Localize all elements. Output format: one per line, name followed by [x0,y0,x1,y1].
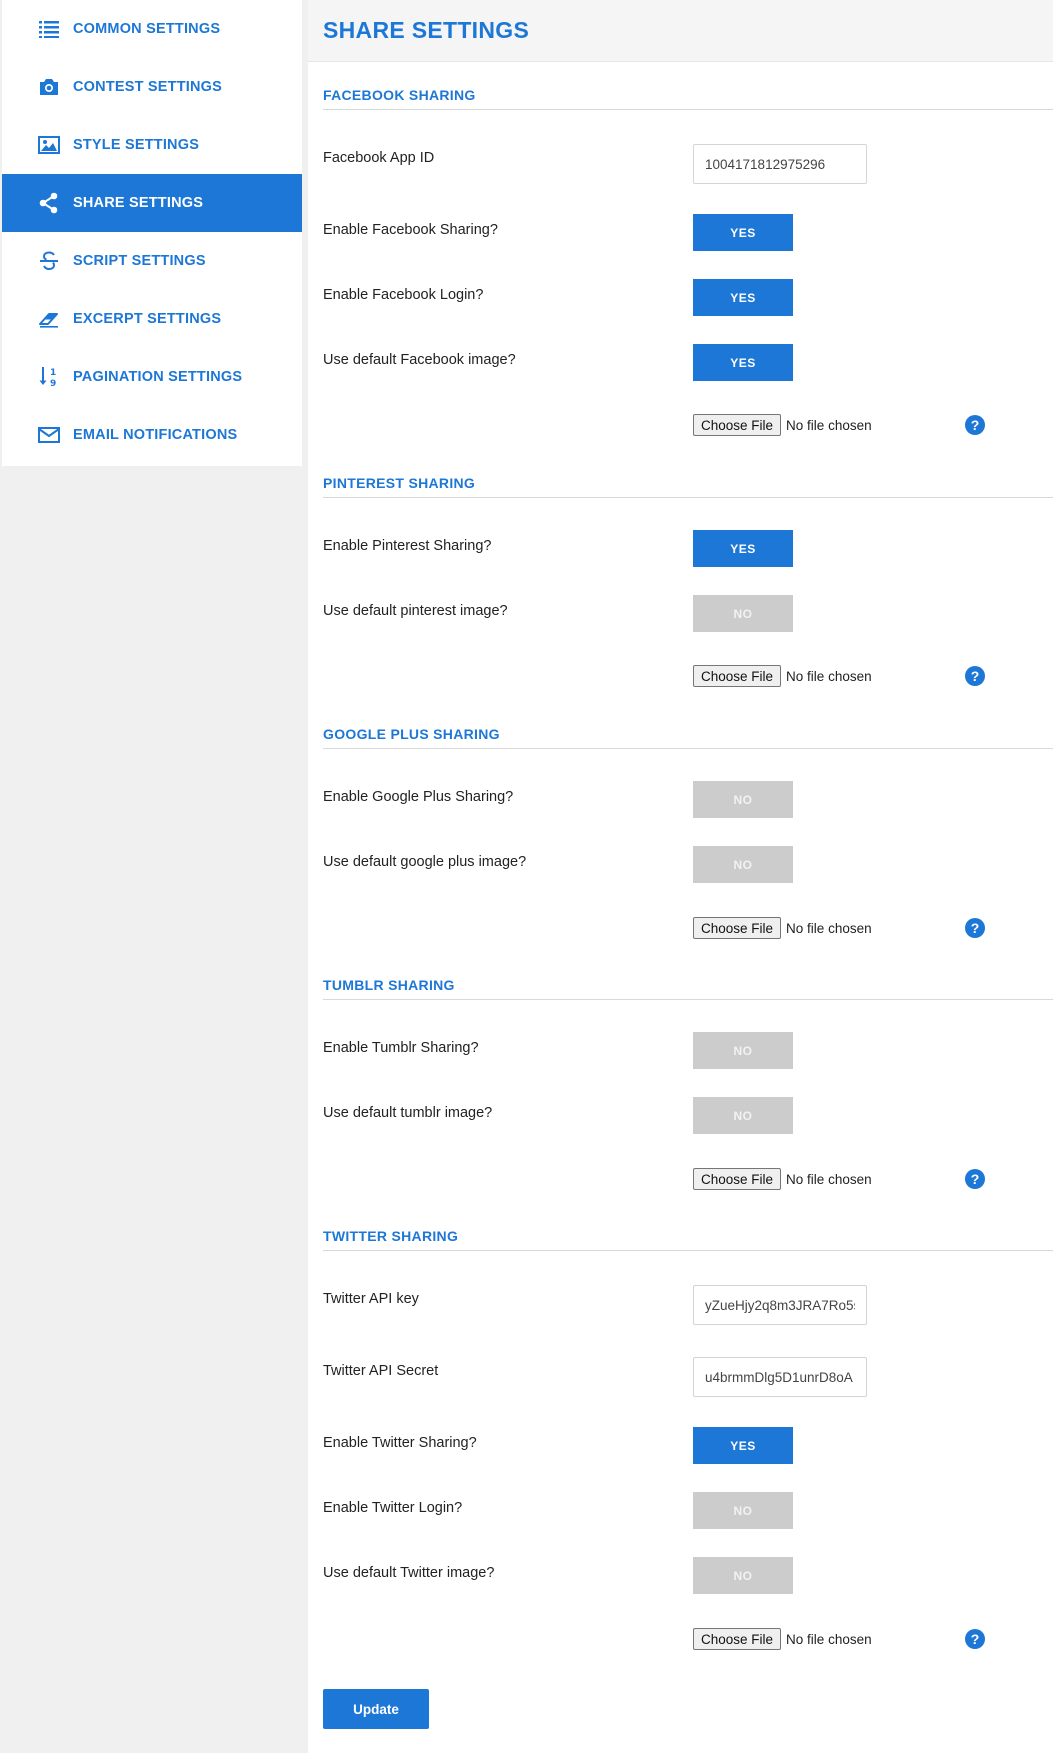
tumblr-default-image-toggle[interactable]: NO [693,1097,793,1134]
tumblr-image-file-input: Choose File No file chosen [693,1167,872,1191]
pinterest-image-file-input: Choose File No file chosen [693,664,872,688]
file-status-text: No file chosen [786,668,872,684]
facebook-enable-login-toggle[interactable]: YES [693,279,793,316]
list-icon [36,16,62,42]
choose-file-button[interactable]: Choose File [693,414,782,436]
sidebar-item-email-notifications[interactable]: EMAIL NOTIFICATIONS [2,406,302,464]
sidebar-item-label: EXCERPT SETTINGS [73,311,222,327]
help-icon[interactable]: ? [965,918,985,938]
sidebar-item-label: EMAIL NOTIFICATIONS [73,427,238,443]
section-divider [323,748,1053,749]
sidebar-item-pagination-settings[interactable]: 19 PAGINATION SETTINGS [2,348,302,406]
tumblr-section-title: TUMBLR SHARING [323,977,455,993]
share-icon [36,190,62,216]
sort-numeric-icon: 19 [36,364,62,390]
help-icon[interactable]: ? [965,1629,985,1649]
twitter-api-secret-label: Twitter API Secret [323,1363,439,1379]
pinterest-enable-sharing-toggle[interactable]: YES [693,530,793,567]
facebook-image-file-input: Choose File No file chosen [693,413,872,437]
choose-file-button[interactable]: Choose File [693,1168,782,1190]
choose-file-button[interactable]: Choose File [693,665,782,687]
facebook-section-title: FACEBOOK SHARING [323,87,476,103]
section-divider [323,999,1053,1000]
choose-file-button[interactable]: Choose File [693,917,782,939]
section-divider [323,497,1053,498]
twitter-api-key-label: Twitter API key [323,1291,419,1307]
svg-text:9: 9 [50,379,56,389]
twitter-enable-sharing-toggle[interactable]: YES [693,1427,793,1464]
facebook-app-id-label: Facebook App ID [323,150,435,166]
sidebar-item-label: STYLE SETTINGS [73,137,200,153]
twitter-api-secret-input[interactable] [693,1357,867,1397]
facebook-enable-login-label: Enable Facebook Login? [323,287,484,303]
sidebar-item-label: COMMON SETTINGS [73,21,221,37]
facebook-default-image-toggle[interactable]: YES [693,344,793,381]
google-plus-section-title: GOOGLE PLUS SHARING [323,726,500,742]
twitter-image-file-input: Choose File No file chosen [693,1627,872,1651]
twitter-section-title: TWITTER SHARING [323,1228,459,1244]
sidebar-item-common-settings[interactable]: COMMON SETTINGS [2,0,302,58]
share-settings-panel: SHARE SETTINGS FACEBOOK SHARING Facebook… [308,0,1053,1753]
sidebar-item-label: PAGINATION SETTINGS [73,369,243,385]
image-icon [36,132,62,158]
file-status-text: No file chosen [786,1631,872,1647]
file-status-text: No file chosen [786,920,872,936]
facebook-enable-sharing-label: Enable Facebook Sharing? [323,222,498,238]
twitter-default-image-toggle[interactable]: NO [693,1557,793,1594]
tumblr-default-image-label: Use default tumblr image? [323,1105,493,1121]
sidebar-item-share-settings[interactable]: SHARE SETTINGS [2,174,302,232]
pinterest-default-image-toggle[interactable]: NO [693,595,793,632]
section-divider [323,109,1053,110]
page-title: SHARE SETTINGS [323,17,530,43]
svg-text:1: 1 [50,368,56,378]
twitter-enable-login-toggle[interactable]: NO [693,1492,793,1529]
facebook-default-image-label: Use default Facebook image? [323,352,516,368]
google-plus-default-image-label: Use default google plus image? [323,854,527,870]
sidebar-item-label: SCRIPT SETTINGS [73,253,206,269]
settings-sidebar: COMMON SETTINGS CONTEST SETTINGS STYLE S… [2,0,302,466]
sidebar-item-contest-settings[interactable]: CONTEST SETTINGS [2,58,302,116]
sidebar-item-excerpt-settings[interactable]: EXCERPT SETTINGS [2,290,302,348]
file-status-text: No file chosen [786,417,872,433]
choose-file-button[interactable]: Choose File [693,1628,782,1650]
facebook-app-id-input[interactable] [693,144,867,184]
google-plus-enable-sharing-label: Enable Google Plus Sharing? [323,789,514,805]
google-plus-image-file-input: Choose File No file chosen [693,916,872,940]
section-divider [323,1250,1053,1251]
envelope-icon [36,422,62,448]
page-header: SHARE SETTINGS [308,0,1053,62]
facebook-enable-sharing-toggle[interactable]: YES [693,214,793,251]
pinterest-enable-sharing-label: Enable Pinterest Sharing? [323,538,492,554]
eraser-icon [36,306,62,332]
camera-icon [36,74,62,100]
google-plus-enable-sharing-toggle[interactable]: NO [693,781,793,818]
strikethrough-icon [36,248,62,274]
sidebar-item-style-settings[interactable]: STYLE SETTINGS [2,116,302,174]
help-icon[interactable]: ? [965,415,985,435]
pinterest-default-image-label: Use default pinterest image? [323,603,508,619]
tumblr-enable-sharing-label: Enable Tumblr Sharing? [323,1040,479,1056]
sidebar-item-script-settings[interactable]: SCRIPT SETTINGS [2,232,302,290]
twitter-enable-sharing-label: Enable Twitter Sharing? [323,1435,477,1451]
twitter-api-key-input[interactable] [693,1285,867,1325]
help-icon[interactable]: ? [965,666,985,686]
help-icon[interactable]: ? [965,1169,985,1189]
google-plus-default-image-toggle[interactable]: NO [693,846,793,883]
update-button[interactable]: Update [323,1689,429,1729]
pinterest-section-title: PINTEREST SHARING [323,475,476,491]
sidebar-item-label: CONTEST SETTINGS [73,79,223,95]
tumblr-enable-sharing-toggle[interactable]: NO [693,1032,793,1069]
twitter-enable-login-label: Enable Twitter Login? [323,1500,463,1516]
file-status-text: No file chosen [786,1171,872,1187]
twitter-default-image-label: Use default Twitter image? [323,1565,495,1581]
sidebar-item-label: SHARE SETTINGS [73,195,204,211]
